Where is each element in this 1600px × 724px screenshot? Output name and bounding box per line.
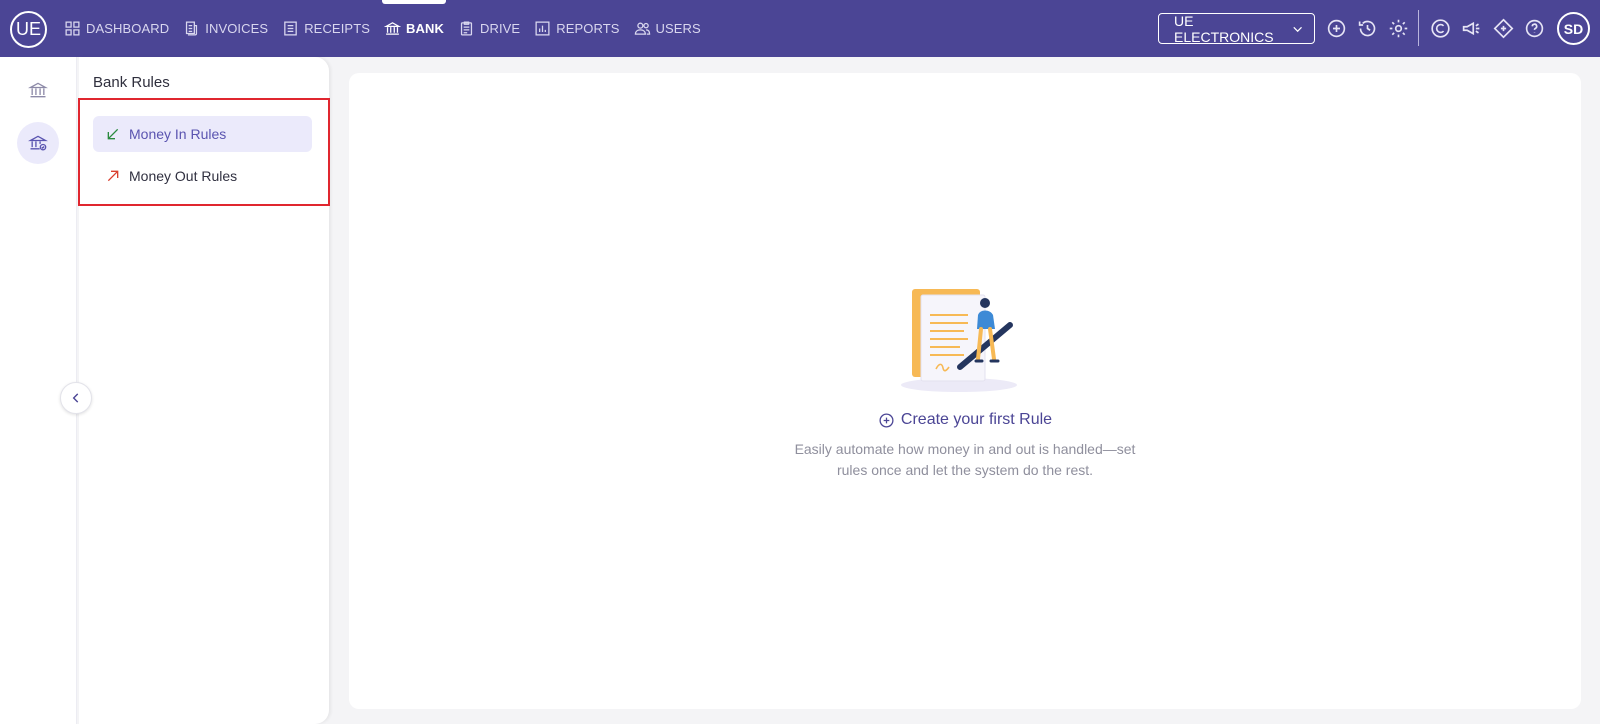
sidebar-title: Bank Rules — [93, 74, 170, 91]
add-circle-icon[interactable] — [1326, 18, 1347, 39]
announcement-icon[interactable] — [1461, 18, 1482, 39]
company-logo[interactable]: UE — [10, 11, 47, 48]
nav-item-drive[interactable]: DRIVE — [454, 0, 524, 57]
main-content: Create your first Rule Easily automate h… — [349, 73, 1581, 709]
help-icon[interactable] — [1524, 18, 1545, 39]
create-rule-label: Create your first Rule — [900, 411, 1053, 428]
chevron-down-icon — [1293, 26, 1302, 32]
bank-icon — [28, 82, 48, 98]
nav-item-dashboard[interactable]: DASHBOARD — [60, 0, 173, 57]
sidebar-item-label: Money Out Rules — [129, 168, 238, 184]
empty-state-illustration — [901, 289, 1017, 392]
sidebar-item-money-out-rules[interactable]: Money Out Rules — [93, 158, 312, 194]
nav-label: INVOICES — [205, 21, 269, 36]
nav-label: REPORTS — [556, 21, 620, 36]
nav-item-users[interactable]: USERS — [630, 0, 705, 57]
arrow-up-right-icon — [107, 170, 119, 182]
user-avatar[interactable]: SD — [1557, 12, 1590, 45]
main-nav: DASHBOARD INVOICES RECEIPTS BANK DRIVE R… — [60, 0, 711, 57]
nav-label: USERS — [655, 21, 701, 36]
description-line-2: rules once and let the system do the res… — [836, 462, 1094, 478]
c-logo-icon[interactable] — [1430, 18, 1451, 39]
nav-label: RECEIPTS — [304, 21, 371, 36]
chevron-left-icon — [72, 393, 79, 403]
rail-bank-rules-button[interactable] — [17, 122, 59, 164]
company-name: UE ELECTRONICS — [1174, 12, 1274, 45]
top-navbar: UE DASHBOARD INVOICES RECEIPTS BANK DRIV… — [0, 0, 1600, 57]
create-first-rule-link[interactable]: Create your first Rule — [349, 411, 1581, 429]
sidebar-item-money-in-rules[interactable]: Money In Rules — [93, 116, 312, 152]
reports-icon — [535, 21, 550, 36]
bank-rules-sidebar: Bank Rules Money In Rules Money Out Rule… — [78, 57, 330, 724]
diamond-icon[interactable] — [1493, 18, 1514, 39]
description-line-1: Easily automate how money in and out is … — [794, 441, 1136, 457]
settings-icon[interactable] — [1388, 18, 1409, 39]
rail-bank-button[interactable] — [17, 69, 59, 111]
invoice-icon — [186, 21, 198, 36]
history-icon[interactable] — [1357, 18, 1378, 39]
bank-rules-icon — [28, 135, 48, 151]
bank-icon — [384, 22, 402, 35]
nav-item-bank[interactable]: BANK — [380, 0, 448, 57]
receipt-icon — [284, 21, 297, 36]
company-selector[interactable]: UE ELECTRONICS — [1158, 12, 1315, 45]
drive-icon — [460, 21, 473, 36]
nav-label: DRIVE — [479, 21, 521, 36]
toolbar-divider — [1418, 10, 1419, 46]
dashboard-icon — [65, 21, 80, 36]
nav-item-receipts[interactable]: RECEIPTS — [278, 0, 374, 57]
nav-item-invoices[interactable]: INVOICES — [179, 0, 272, 57]
collapse-sidebar-button[interactable] — [60, 382, 92, 414]
sidebar-item-label: Money In Rules — [129, 126, 227, 142]
nav-label: BANK — [406, 21, 444, 36]
add-circle-icon — [879, 412, 894, 428]
arrow-down-left-icon — [107, 128, 119, 140]
nav-label: DASHBOARD — [86, 21, 170, 36]
nav-item-reports[interactable]: REPORTS — [530, 0, 623, 57]
users-icon — [634, 22, 650, 35]
empty-state-description: Easily automate how money in and out is … — [349, 439, 1581, 481]
